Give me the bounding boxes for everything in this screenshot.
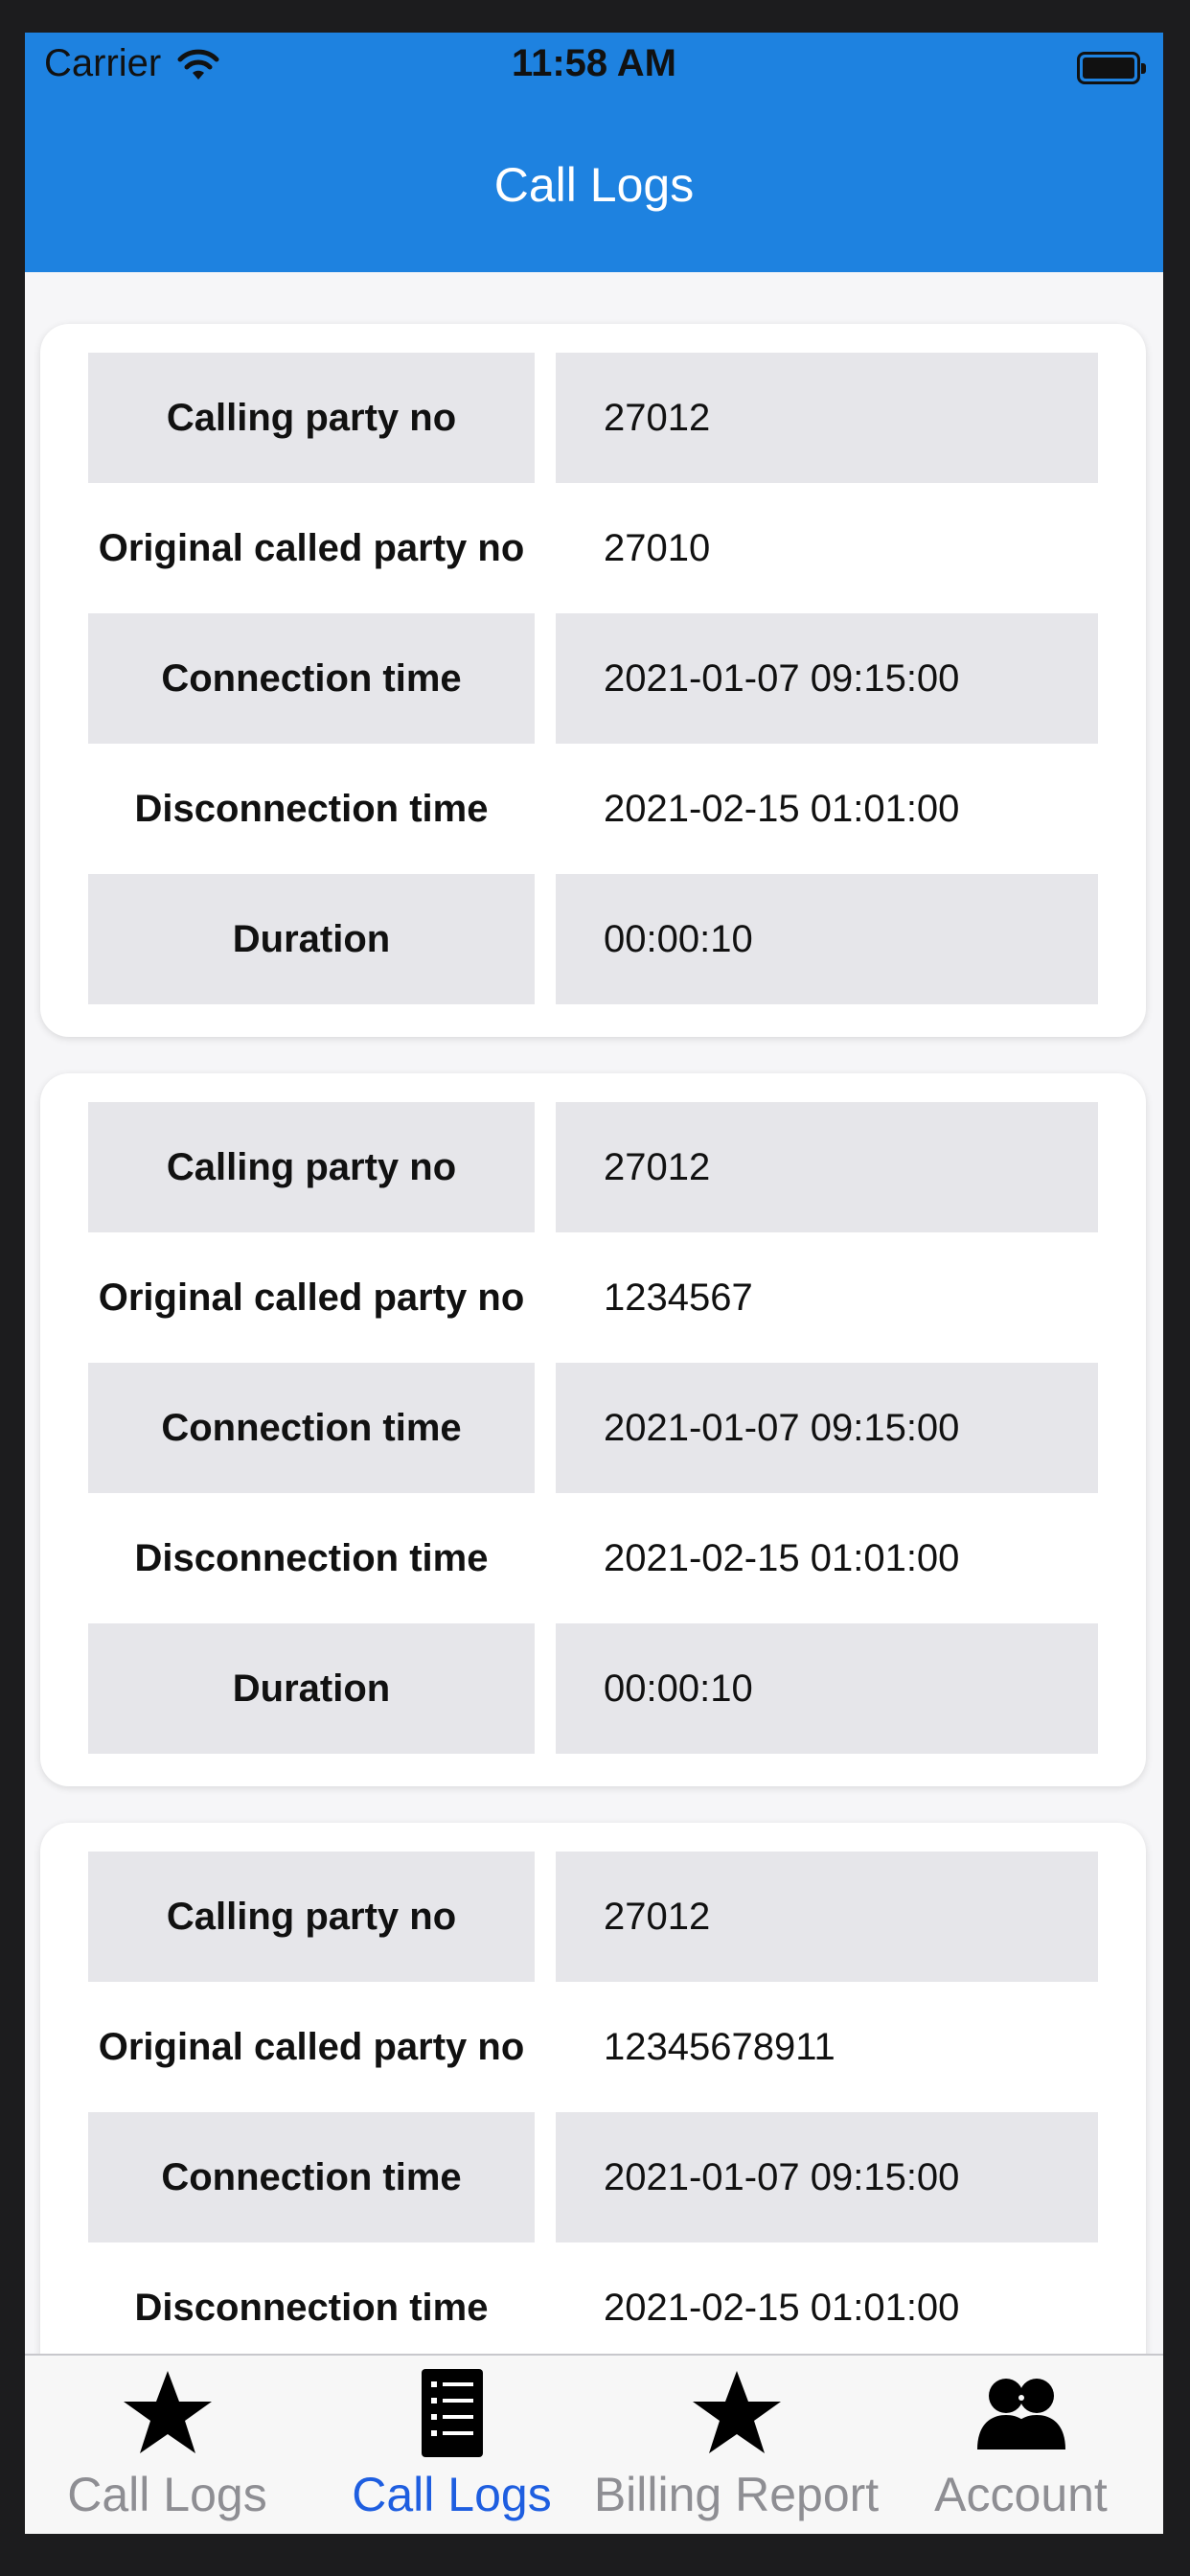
tab-label: Account bbox=[934, 2468, 1108, 2521]
app-screen: Carrier 11:58 AM Call Logs Calling party… bbox=[25, 33, 1163, 2534]
table-row: Connection time 2021-01-07 09:15:00 bbox=[88, 1363, 1098, 1493]
row-label: Duration bbox=[88, 1623, 535, 1754]
row-value: 1234567 bbox=[604, 1276, 753, 1319]
table-row: Disconnection time 2021-02-15 01:01:00 bbox=[88, 744, 1098, 874]
table-row: Original called party no 1234567 bbox=[88, 1232, 1098, 1363]
row-label: Connection time bbox=[88, 613, 535, 744]
star-icon bbox=[123, 2371, 212, 2453]
row-label: Disconnection time bbox=[134, 1536, 489, 1579]
row-value: 00:00:10 bbox=[556, 1623, 1098, 1754]
call-log-card: Calling party no 27012 Original called p… bbox=[40, 1823, 1146, 2380]
star-icon bbox=[692, 2371, 781, 2453]
table-row: Original called party no 12345678911 bbox=[88, 1982, 1098, 2112]
row-label: Calling party no bbox=[88, 353, 535, 483]
row-value: 00:00:10 bbox=[556, 874, 1098, 1004]
status-time: 11:58 AM bbox=[512, 42, 676, 84]
tab-billing-report[interactable]: Billing Report bbox=[594, 2356, 879, 2534]
table-row: Connection time 2021-01-07 09:15:00 bbox=[88, 2112, 1098, 2242]
row-value: 27012 bbox=[556, 1102, 1098, 1232]
battery-icon bbox=[1077, 52, 1146, 84]
table-row: Connection time 2021-01-07 09:15:00 bbox=[88, 613, 1098, 744]
row-value: 27012 bbox=[556, 1852, 1098, 1982]
navigation-header: Carrier 11:58 AM Call Logs bbox=[25, 33, 1163, 272]
row-value: 2021-02-15 01:01:00 bbox=[604, 787, 960, 830]
page-title: Call Logs bbox=[493, 158, 695, 212]
table-row: Calling party no 27012 bbox=[88, 353, 1098, 483]
tab-call-logs-starred[interactable]: Call Logs bbox=[25, 2356, 309, 2534]
row-value: 2021-01-07 09:15:00 bbox=[556, 613, 1098, 744]
row-label: Original called party no bbox=[98, 2025, 525, 2068]
call-log-list[interactable]: Calling party no 27012 Original called p… bbox=[25, 272, 1163, 2380]
row-label: Original called party no bbox=[98, 526, 525, 569]
row-label: Calling party no bbox=[88, 1852, 535, 1982]
table-row: Duration 00:00:10 bbox=[88, 874, 1098, 1004]
row-value: 12345678911 bbox=[604, 2025, 835, 2068]
row-value: 2021-01-07 09:15:00 bbox=[556, 2112, 1098, 2242]
tab-account[interactable]: Account bbox=[879, 2356, 1163, 2534]
status-bar: Carrier 11:58 AM bbox=[25, 33, 1163, 138]
table-row: Original called party no 27010 bbox=[88, 483, 1098, 613]
people-icon bbox=[976, 2379, 1065, 2450]
tab-call-logs[interactable]: Call Logs bbox=[309, 2356, 594, 2534]
call-log-card: Calling party no 27012 Original called p… bbox=[40, 1073, 1146, 1786]
tab-label: Billing Report bbox=[593, 2468, 880, 2521]
tab-label: Call Logs bbox=[352, 2468, 552, 2521]
row-label: Original called party no bbox=[98, 1276, 525, 1319]
row-value: 2021-02-15 01:01:00 bbox=[604, 1536, 960, 1579]
tab-label: Call Logs bbox=[67, 2468, 267, 2521]
row-label: Connection time bbox=[88, 2112, 535, 2242]
table-row: Disconnection time 2021-02-15 01:01:00 bbox=[88, 1493, 1098, 1623]
list-icon bbox=[421, 2369, 483, 2457]
tab-bar: Call Logs Call Logs Billing Report Accou… bbox=[25, 2354, 1163, 2534]
table-row: Duration 00:00:10 bbox=[88, 1623, 1098, 1754]
call-log-card: Calling party no 27012 Original called p… bbox=[40, 324, 1146, 1037]
row-value: 27010 bbox=[604, 526, 711, 569]
table-row: Calling party no 27012 bbox=[88, 1102, 1098, 1232]
row-label: Calling party no bbox=[88, 1102, 535, 1232]
row-label: Disconnection time bbox=[134, 787, 489, 830]
row-label: Connection time bbox=[88, 1363, 535, 1493]
table-row: Calling party no 27012 bbox=[88, 1852, 1098, 1982]
row-value: 2021-01-07 09:15:00 bbox=[556, 1363, 1098, 1493]
row-value: 27012 bbox=[556, 353, 1098, 483]
row-label: Duration bbox=[88, 874, 535, 1004]
